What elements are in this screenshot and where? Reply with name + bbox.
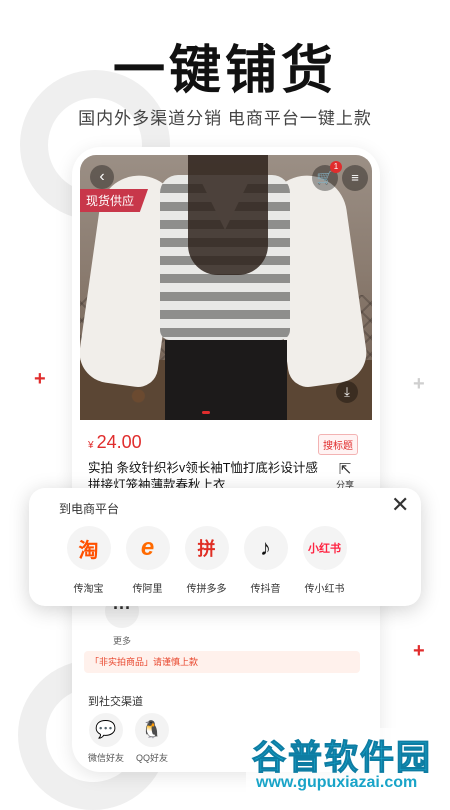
more-label: 更多 <box>112 636 131 646</box>
social-item-wechat[interactable]: 💬 微信好友 <box>88 713 124 764</box>
spot-supply-tag: 现货供应 <box>80 189 149 212</box>
social-label: 微信好友 <box>88 753 125 763</box>
platform-label: 传拼多多 <box>186 584 227 595</box>
platform-xiaohongshu[interactable]: 小红书 传小红书 <box>295 526 354 595</box>
search-title-button[interactable]: 搜标题 <box>318 434 358 455</box>
plus-decoration-icon: + <box>413 373 425 395</box>
phone-mockup: ‹ 🛒 1 ≡ 现货供应 ⤓ ¥24.00 搜标题 实拍 条纹针织衫v领长袖T恤… <box>72 147 380 772</box>
douyin-icon: ♪ <box>243 526 288 570</box>
close-icon[interactable]: ✕ <box>391 494 409 516</box>
social-channel-list: 💬 微信好友 🐧 QQ好友 <box>88 713 170 764</box>
price: ¥24.00 <box>88 432 142 453</box>
platform-label: 传抖音 <box>250 584 281 595</box>
subheadline: 国内外多渠道分销 电商平台一键上款 <box>78 109 372 128</box>
platform-alibaba[interactable]: e 传阿里 <box>118 526 177 595</box>
xiaohongshu-icon: 小红书 <box>302 526 347 570</box>
platform-pinduoduo[interactable]: 拼 传拼多多 <box>177 526 236 595</box>
watermark-url: www.gupuxiazai.com <box>256 774 418 791</box>
platform-label: 传阿里 <box>132 584 163 595</box>
share-icon: ⇱ <box>338 461 352 478</box>
platform-list: 淘 传淘宝 e 传阿里 拼 传拼多多 ♪ 传抖音 小红书 传小红书 <box>59 526 354 595</box>
black-skirt <box>165 340 287 420</box>
social-label: QQ好友 <box>135 753 168 763</box>
share-button[interactable]: ⇱ 分享 <box>330 460 360 491</box>
platform-taobao[interactable]: 淘 传淘宝 <box>59 526 118 595</box>
menu-icon[interactable]: ≡ <box>342 165 368 191</box>
site-watermark: 谷普软件园 www.gupuxiazai.com <box>246 728 450 800</box>
product-image: ‹ 🛒 1 ≡ 现货供应 ⤓ <box>80 155 372 420</box>
headline: 一键铺货 <box>112 42 337 100</box>
plus-decoration-icon: + <box>413 640 425 662</box>
model-hair <box>188 155 268 275</box>
price-amount: 24.00 <box>96 432 142 452</box>
alibaba-icon: e <box>125 526 170 570</box>
pinduoduo-icon: 拼 <box>184 526 229 570</box>
warning-notice: 「非实拍商品」请谨慎上款 <box>84 651 360 673</box>
social-item-qq[interactable]: 🐧 QQ好友 <box>134 713 170 764</box>
cart-badge: 1 <box>330 161 342 173</box>
image-indicator <box>202 411 210 414</box>
watermark-name: 谷普软件园 <box>252 739 432 778</box>
social-section-title: 到社交渠道 <box>88 696 143 708</box>
qq-icon: 🐧 <box>135 713 169 747</box>
taobao-icon: 淘 <box>66 526 111 570</box>
sheet-title: 到电商平台 <box>59 502 120 516</box>
platform-label: 传淘宝 <box>73 584 104 595</box>
back-arrow-icon[interactable]: ‹ <box>90 165 114 189</box>
wechat-icon: 💬 <box>89 713 123 747</box>
ecommerce-share-sheet: 到电商平台 ✕ 淘 传淘宝 e 传阿里 拼 传拼多多 ♪ 传抖音 小红书 传小红… <box>29 488 421 606</box>
platform-douyin[interactable]: ♪ 传抖音 <box>236 526 295 595</box>
currency-symbol: ¥ <box>88 440 94 451</box>
platform-label: 传小红书 <box>304 584 345 595</box>
plus-decoration-icon: + <box>34 368 46 390</box>
download-icon[interactable]: ⤓ <box>336 381 358 403</box>
